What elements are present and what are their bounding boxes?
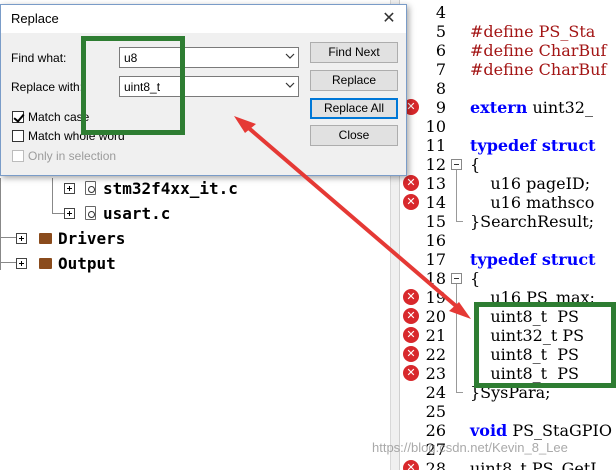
error-icon[interactable]: ✕: [403, 327, 419, 343]
code-line[interactable]: #define CharBuf: [470, 60, 606, 79]
line-number: 6: [435, 41, 446, 60]
line-number: 8: [435, 79, 446, 98]
line-number: 12: [425, 155, 446, 174]
tree-item-drivers[interactable]: Drivers: [16, 227, 125, 249]
code-line[interactable]: typedef struct: [470, 136, 595, 155]
line-number: 14: [425, 193, 446, 212]
code-line[interactable]: }SearchResult;: [470, 212, 594, 231]
keyword-token: typedef struct: [470, 136, 596, 155]
line-number: 17: [425, 250, 446, 269]
line-number: 7: [435, 60, 446, 79]
line-number: 9: [435, 98, 446, 117]
replace-dialog: Replace ✕ Find what: u8 Replace with: ui…: [0, 4, 407, 176]
tree-item-label: stm32f4xx_it.c: [103, 178, 238, 198]
tree-item-output[interactable]: Output: [16, 252, 116, 274]
watermark: https://blog.csdn.net/Kevin_8_Lee: [372, 440, 568, 455]
error-icon[interactable]: ✕: [403, 308, 419, 324]
tree-item-label: usart.c: [103, 203, 171, 223]
match-whole-word-checkbox[interactable]: [12, 130, 24, 142]
error-icon[interactable]: ✕: [403, 346, 419, 362]
code-editor[interactable]: 4 5 6 7 8 9 ✕ 10 11 12 13 ✕ 14 ✕ 15 16 17 18 19 ✕ 20 ✕ 21 ✕ 22 ✕ 2…: [400, 0, 616, 470]
line-number: 11: [425, 136, 446, 155]
error-icon[interactable]: ✕: [403, 175, 419, 191]
expand-icon[interactable]: [16, 257, 27, 269]
line-number: 4: [435, 3, 446, 22]
keyword-token: extern: [470, 98, 528, 117]
replace-button[interactable]: Replace: [310, 70, 398, 91]
code-line[interactable]: {: [470, 155, 480, 174]
editor-gutter: 4 5 6 7 8 9 ✕ 10 11 12 13 ✕ 14 ✕ 15 16 17 18 19 ✕ 20 ✕ 21 ✕ 22 ✕ 2…: [400, 0, 466, 470]
line-number: 23: [425, 364, 446, 383]
fold-guide-end: [456, 221, 463, 222]
line-number: 19: [425, 288, 446, 307]
find-replace-highlight: [81, 36, 185, 135]
code-replaced-highlight: [474, 302, 616, 388]
line-number: 16: [425, 231, 446, 250]
code-line[interactable]: uint8_t PS_GetI: [470, 459, 597, 470]
code-line[interactable]: #define CharBuf: [470, 41, 606, 60]
line-number: 15: [425, 212, 446, 231]
line-number: 24: [425, 383, 446, 402]
fold-guide-end: [456, 392, 463, 393]
tree-item-usart[interactable]: usart.c: [64, 202, 170, 224]
line-number: 18: [425, 269, 446, 288]
file-icon: [85, 206, 96, 220]
fold-guide: [456, 170, 457, 221]
code-line[interactable]: void PS_StaGPIO: [470, 421, 612, 440]
match-case-checkbox[interactable]: [12, 111, 24, 123]
code-token: uint32_: [527, 98, 593, 117]
replace-with-label: Replace with:: [11, 80, 84, 94]
expand-icon[interactable]: [64, 182, 75, 194]
fold-guide: [456, 284, 457, 392]
line-number: 26: [425, 421, 446, 440]
chevron-down-icon[interactable]: [285, 51, 295, 61]
folder-icon: [39, 232, 52, 244]
replace-all-button[interactable]: Replace All: [310, 98, 398, 119]
only-in-selection-label: Only in selection: [28, 149, 117, 163]
only-in-selection-checkbox[interactable]: [12, 150, 24, 162]
line-number: 22: [425, 345, 446, 364]
code-line[interactable]: typedef struct: [470, 250, 595, 269]
line-number: 10: [425, 117, 446, 136]
chevron-down-icon[interactable]: [285, 80, 295, 90]
code-line[interactable]: u16 mathsco: [470, 193, 594, 212]
line-number: 13: [425, 174, 446, 193]
error-icon[interactable]: ✕: [403, 365, 419, 381]
error-icon[interactable]: ✕: [403, 289, 419, 305]
code-line[interactable]: {: [470, 269, 480, 288]
code-area[interactable]: #define PS_Sta #define CharBuf #define Cha…: [468, 0, 616, 470]
code-token: PS_StaGPIO: [507, 421, 612, 440]
find-what-label: Find what:: [11, 51, 67, 65]
line-number: 20: [425, 307, 446, 326]
fold-icon[interactable]: [451, 273, 462, 284]
close-icon[interactable]: ✕: [378, 9, 400, 29]
line-number: 5: [435, 22, 446, 41]
tree-item-label: Output: [58, 253, 116, 273]
code-line[interactable]: #define PS_Sta: [470, 22, 595, 41]
keyword-token: void: [470, 421, 508, 440]
expand-icon[interactable]: [64, 207, 75, 219]
tree-item-stm32f4xx-it[interactable]: stm32f4xx_it.c: [64, 177, 238, 199]
code-line[interactable]: u16 pageID;: [470, 174, 590, 193]
folder-icon: [39, 257, 52, 269]
file-icon: [85, 181, 96, 195]
error-icon[interactable]: ✕: [403, 460, 419, 470]
line-number: 21: [425, 326, 446, 345]
line-number: 25: [425, 402, 446, 421]
find-next-button[interactable]: Find Next: [310, 42, 398, 63]
line-number: 28: [425, 459, 446, 470]
error-icon[interactable]: ✕: [403, 194, 419, 210]
close-button[interactable]: Close: [310, 125, 398, 146]
tree-item-label: Drivers: [58, 228, 126, 248]
expand-icon[interactable]: [16, 232, 27, 244]
code-line[interactable]: extern uint32_: [470, 98, 593, 117]
dialog-title: Replace: [11, 11, 59, 26]
dialog-titlebar[interactable]: Replace ✕: [1, 5, 406, 33]
fold-icon[interactable]: [451, 159, 462, 170]
keyword-token: typedef struct: [470, 250, 596, 269]
